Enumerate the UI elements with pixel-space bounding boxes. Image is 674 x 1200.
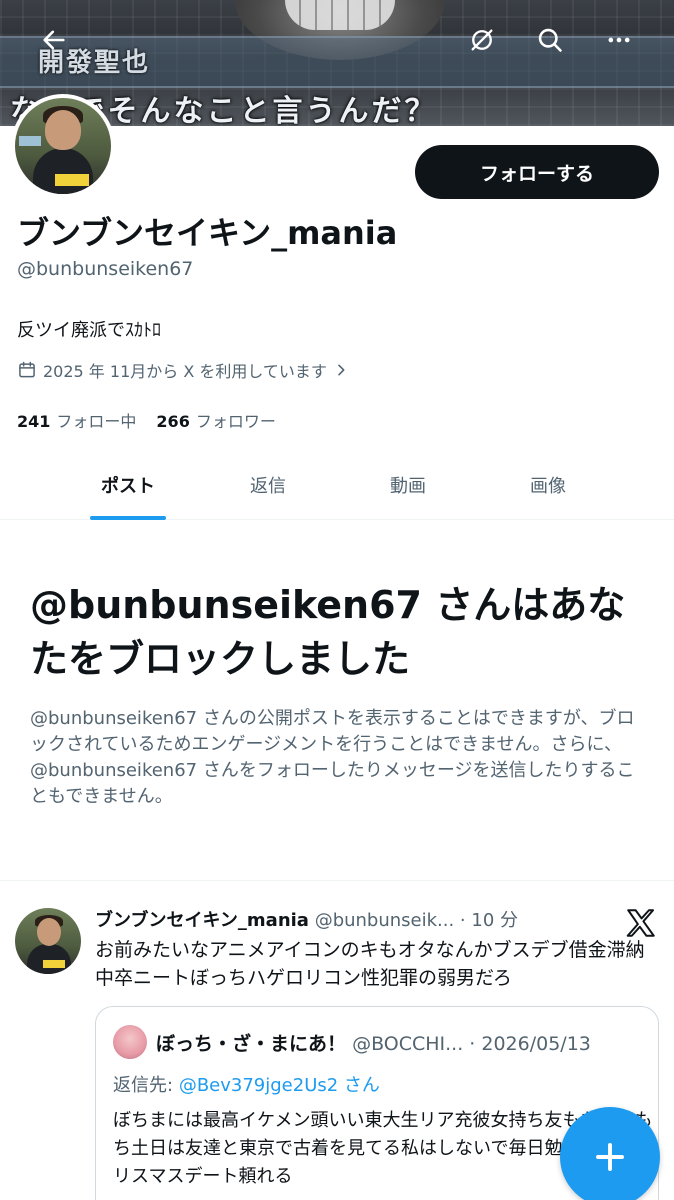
blocked-notice-body: @bunbunseiken67 さんの公開ポストを表示することはできますが、ブロ… [30, 708, 635, 807]
section-divider [0, 880, 674, 881]
post-text: お前みたいなアニメアイコンのキもオタなんかブスデブ借金滞納中卒ニートぼっちハゲロ… [95, 939, 645, 989]
profile-handle: @bunbunseiken67 [17, 258, 194, 280]
hide-reposts-button[interactable] [460, 18, 504, 62]
quoted-author-name: ぼっち・ざ・まにあ！ [156, 1033, 347, 1055]
profile-bio: 反ツイ廃派でｽｶﾄﾛ [17, 320, 161, 341]
post-header: ブンブンセイキン_mania @bunbunseik... · 10 分 [95, 906, 655, 932]
arrow-left-icon [43, 30, 65, 50]
post-meta: @bunbunseik... · 10 分 [314, 910, 519, 931]
eye-off-icon [471, 29, 493, 51]
reply-prefix: 返信先: [113, 1075, 174, 1096]
follow-button[interactable]: フォローする [415, 145, 659, 199]
profile-tabs: ポスト 返信 動画 画像 [0, 450, 674, 520]
quoted-reply-to: 返信先: @Bev379jge2Us2 さん [113, 1071, 380, 1097]
joined-date-text: 2025 年 11月から X を利用しています [43, 362, 327, 381]
quoted-post-meta: @BOCCHI... · 2026/05/13 [352, 1033, 591, 1055]
joined-date-row[interactable]: 2025 年 11月から X を利用しています [17, 358, 349, 382]
more-horizontal-icon [608, 37, 630, 43]
followers-count: 266 [156, 412, 190, 431]
following-link[interactable]: 241 フォロー中 [17, 408, 136, 432]
followers-link[interactable]: 266 フォロワー [156, 408, 275, 432]
reply-to-link[interactable]: @Bev379jge2Us2 さん [179, 1075, 380, 1096]
tab-replies[interactable]: 返信 [198, 450, 338, 520]
blocked-notice-title: @bunbunseiken67 さんはあなたをブロックしました [30, 583, 626, 681]
profile-display-name: ブンブンセイキン_mania [17, 214, 398, 252]
chevron-right-icon [338, 364, 345, 376]
post-author-name[interactable]: ブンブンセイキン_mania [95, 910, 309, 931]
search-button[interactable] [528, 18, 572, 62]
post-author-avatar[interactable] [15, 908, 81, 974]
search-icon [538, 28, 562, 52]
tab-videos[interactable]: 動画 [338, 450, 478, 520]
quoted-post-header: ぼっち・ざ・まにあ！ @BOCCHI... · 2026/05/13 [156, 1029, 656, 1056]
calendar-icon [19, 361, 35, 378]
x-logo-icon [626, 909, 655, 937]
profile-avatar[interactable] [11, 94, 115, 198]
more-button[interactable] [597, 18, 641, 62]
profile-banner[interactable]: 開發聖也 なんでそんなこと言うんだ？ [0, 0, 674, 126]
follow-stats: 241 フォロー中 266 フォロワー [17, 408, 276, 432]
compose-button[interactable] [560, 1107, 660, 1200]
back-button[interactable] [32, 18, 76, 62]
tab-images[interactable]: 画像 [478, 450, 618, 520]
quoted-author-avatar [113, 1025, 147, 1059]
avatar-photo [15, 98, 111, 194]
following-label: フォロー中 [56, 412, 137, 431]
followers-label: フォロワー [195, 412, 276, 431]
tab-posts[interactable]: ポスト [58, 450, 198, 520]
following-count: 241 [17, 412, 51, 431]
banner-teeth-image [285, 0, 395, 30]
plus-icon [596, 1143, 624, 1171]
